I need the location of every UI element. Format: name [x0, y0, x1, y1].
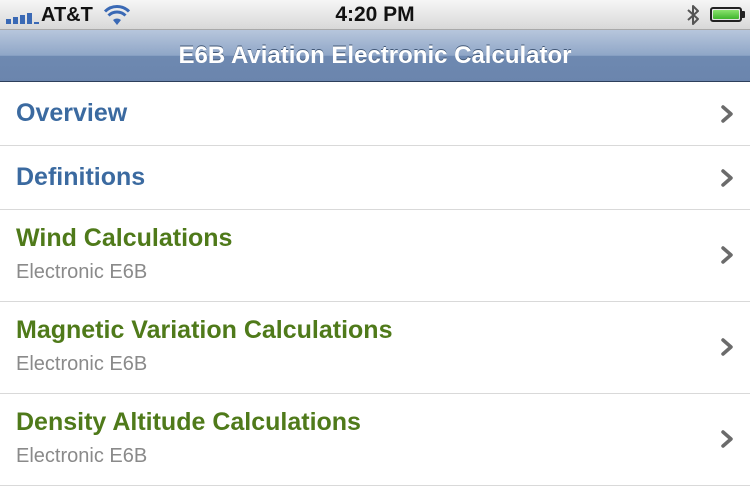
list-item-overview[interactable]: Overview	[0, 82, 750, 146]
battery-tip	[742, 11, 745, 18]
list-item-magnetic-variation-calculations[interactable]: Magnetic Variation Calculations Electron…	[0, 302, 750, 394]
list-item-definitions[interactable]: Definitions	[0, 146, 750, 210]
list-item-density-altitude-calculations[interactable]: Density Altitude Calculations Electronic…	[0, 394, 750, 486]
status-time: 4:20 PM	[335, 3, 415, 26]
battery-icon	[710, 7, 742, 22]
chevron-right-icon	[721, 246, 733, 264]
navigation-bar: E6B Aviation Electronic Calculator	[0, 30, 750, 82]
battery-level	[713, 10, 739, 19]
menu-list: Overview Definitions Wind Calculations E…	[0, 82, 750, 486]
page-title: E6B Aviation Electronic Calculator	[178, 42, 572, 69]
list-item-title: Magnetic Variation Calculations	[16, 316, 393, 344]
status-bar: AT&T 4:20 PM	[0, 0, 750, 30]
chevron-right-icon	[721, 105, 733, 123]
list-item-title: Density Altitude Calculations	[16, 408, 361, 436]
chevron-right-icon	[721, 338, 733, 356]
list-item-title: Wind Calculations	[16, 224, 233, 252]
list-item-title: Definitions	[16, 163, 146, 191]
list-item-subtitle: Electronic E6B	[16, 445, 148, 467]
list-item-subtitle: Electronic E6B	[16, 261, 148, 283]
bluetooth-icon	[687, 5, 699, 25]
chevron-right-icon	[721, 430, 733, 448]
list-item-title: Overview	[16, 99, 128, 127]
chevron-right-icon	[721, 169, 733, 187]
list-item-wind-calculations[interactable]: Wind Calculations Electronic E6B	[0, 210, 750, 302]
list-item-subtitle: Electronic E6B	[16, 353, 148, 375]
